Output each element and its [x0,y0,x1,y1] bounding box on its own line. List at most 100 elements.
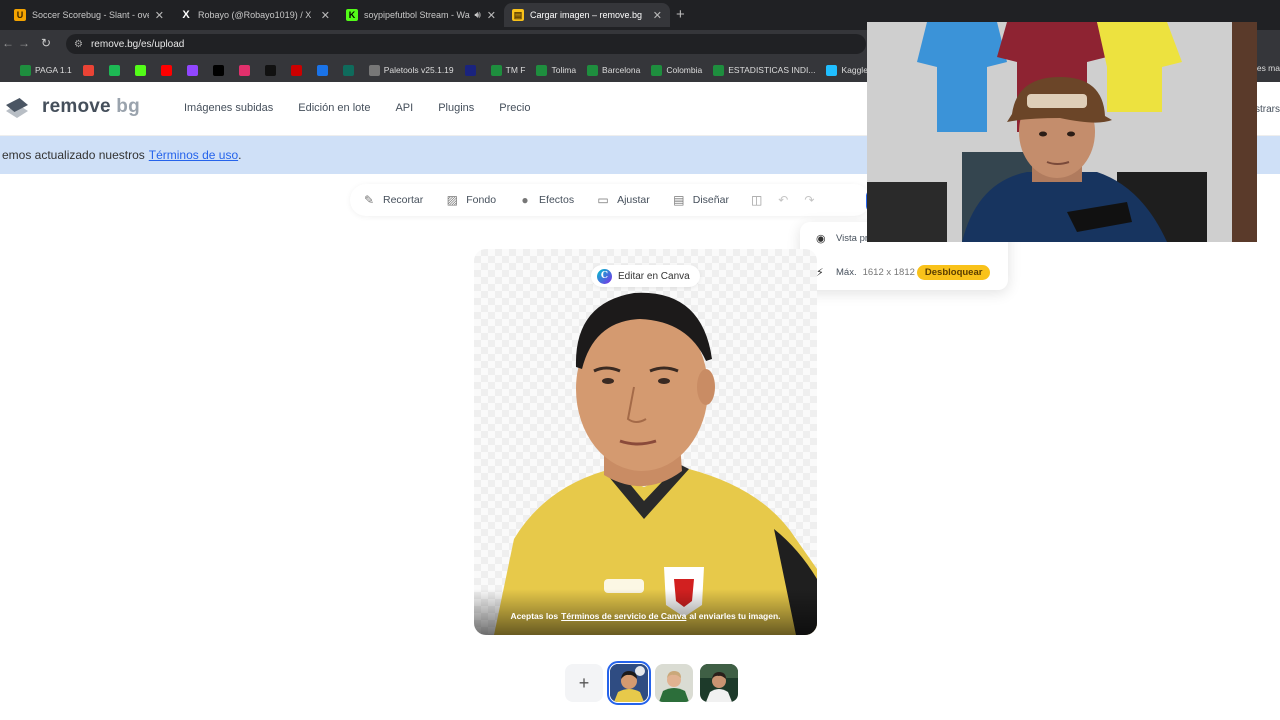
x-icon [212,64,224,76]
site-settings-icon[interactable]: ⚙︎ [74,39,83,50]
bookmark-item[interactable] [212,64,228,76]
terms-suffix: al enviarles tu imagen. [689,611,781,621]
thumbnail-image [655,664,693,702]
undo-icon[interactable]: ↶ [778,193,788,207]
bookmark-item[interactable] [464,64,480,76]
bookmark-item[interactable]: Barcelona [587,64,640,76]
header-right-text[interactable]: strars [1255,104,1280,115]
thumbnail-item[interactable] [700,664,738,702]
image-icon: ▨ [446,193,458,207]
globe-icon [342,64,354,76]
tool-effects-button[interactable]: ● Efectos [518,193,574,207]
address-bar[interactable]: ⚙︎ remove.bg/es/upload [66,34,866,54]
tab-robayo-x[interactable]: X Robayo (@Robayo1019) / X ✕ [172,3,338,27]
logo-text: remove bg [42,96,140,117]
bookmark-item[interactable]: Paletools v25.1.19 [368,64,454,76]
reload-icon[interactable]: ↻ [41,36,51,50]
removebg-logo[interactable]: remove bg [4,96,140,118]
sheets-icon [713,64,725,76]
thumbnail-image [610,664,648,702]
bookmark-item[interactable] [316,64,332,76]
canva-button-label: Editar en Canva [618,270,690,282]
edit-in-canva-button[interactable]: C Editar en Canva [591,265,700,287]
bookmark-item[interactable]: TM F [490,64,526,76]
nav-uploaded-images[interactable]: Imágenes subidas [184,102,273,114]
compare-icon[interactable]: ◫ [751,193,762,207]
tool-label: Ajustar [617,194,650,206]
eye-icon: ◉ [816,233,826,245]
tool-design-button[interactable]: ▤ Diseñar [672,193,729,207]
nav-api[interactable]: API [395,102,413,114]
tab-title: Cargar imagen – remove.bg [530,10,643,20]
add-image-button[interactable]: + [565,664,603,702]
stats-icon [464,64,476,76]
speaker-icon[interactable]: 🔊︎ [474,10,480,21]
bookmark-label: Kaggle [841,65,868,75]
bookmark-item[interactable] [342,64,358,76]
nav-pricing[interactable]: Precio [499,102,530,114]
tool-crop-button[interactable]: ✎ Recortar [362,193,423,207]
max-label: Máx. [836,267,857,278]
thumbnail-item[interactable] [607,661,651,705]
brush-icon: ✎ [363,193,375,207]
player-cutout-image [494,292,817,635]
tab-soccer-scorebug[interactable]: U Soccer Scorebug - Slant - overl ✕ [6,3,172,27]
close-tab-icon[interactable]: ✕ [487,9,496,22]
instagram-icon [238,64,250,76]
removebg-favicon-icon: ▤ [512,9,524,21]
bookmark-label: Paletools v25.1.19 [383,65,454,75]
bookmark-label: Colombia [666,65,703,75]
tool-background-button[interactable]: ▨ Fondo [445,193,496,207]
bookmark-item[interactable]: Tolima [536,64,577,76]
image-preview-canvas[interactable]: C Editar en Canva Aceptas los Términos d… [474,249,817,635]
spotify-icon [108,64,120,76]
close-tab-icon[interactable]: ✕ [321,9,330,22]
thumbnail-item[interactable] [655,664,693,702]
lightning-icon: ⚡︎ [816,267,824,279]
nav-plugins[interactable]: Plugins [438,102,474,114]
kaggle-icon [826,64,838,76]
tab-soypipefutbol-stream[interactable]: K soypipefutbol Stream - Wat 🔊︎ ✕ [338,3,504,27]
close-tab-icon[interactable]: ✕ [653,9,662,22]
tab-title: soypipefutbol Stream - Wat [364,10,471,20]
design-icon: ▤ [673,193,685,207]
forward-arrow-icon[interactable]: → [18,36,30,50]
canva-terms-link[interactable]: Términos de servicio de Canva [561,611,686,621]
tool-adjust-button[interactable]: ▭ Ajustar [596,193,650,207]
terms-of-use-link[interactable]: Términos de uso [149,148,238,162]
bookmark-item[interactable]: ESTADISTICAS INDI... [713,64,815,76]
gmail-icon [82,64,94,76]
editor-toolbar: ✎ Recortar ▨ Fondo ● Efectos ▭ Ajustar ▤… [350,184,876,216]
bookmark-label: Tolima [551,65,577,75]
bookmark-item[interactable] [82,64,98,76]
bookmark-item[interactable] [290,64,306,76]
adjust-icon: ▭ [597,193,609,207]
redo-icon[interactable]: ↷ [804,193,814,207]
new-tab-icon[interactable]: + [676,6,685,23]
nav-bulk-edit[interactable]: Edición en lote [298,102,370,114]
close-tab-icon[interactable]: ✕ [155,9,164,22]
bookmark-item[interactable] [108,64,124,76]
notice-text: emos actualizado nuestros [2,148,145,162]
sheets-icon [20,64,31,76]
site-nav: Imágenes subidas Edición en lote API Plu… [184,102,555,114]
kick-favicon-icon: K [346,9,358,21]
bookmark-item[interactable]: PAGA 1.1 [20,64,72,76]
bookmark-item[interactable] [238,64,254,76]
bookmark-item[interactable] [264,64,280,76]
removebg-logo-icon [4,96,34,118]
bookmark-item[interactable] [134,64,150,76]
bookmark-item[interactable]: Colombia [651,64,703,76]
notice-period: . [238,148,242,162]
twitch-icon [186,64,198,76]
x-favicon-icon: X [182,9,190,21]
bookmark-item[interactable] [160,64,176,76]
bookmark-item[interactable] [186,64,202,76]
tab-remove-bg[interactable]: ▤ Cargar imagen – remove.bg ✕ [504,3,670,27]
back-arrow-icon[interactable]: ← [2,36,14,50]
globe-icon [368,64,380,76]
bookmark-label: TM F [505,65,526,75]
max-option-row[interactable]: ⚡︎ Máx. 1612 x 1812 Desbloquear [816,265,991,280]
unlock-button[interactable]: Desbloquear [916,265,991,280]
bookmark-item[interactable]: Kaggle [826,64,868,76]
